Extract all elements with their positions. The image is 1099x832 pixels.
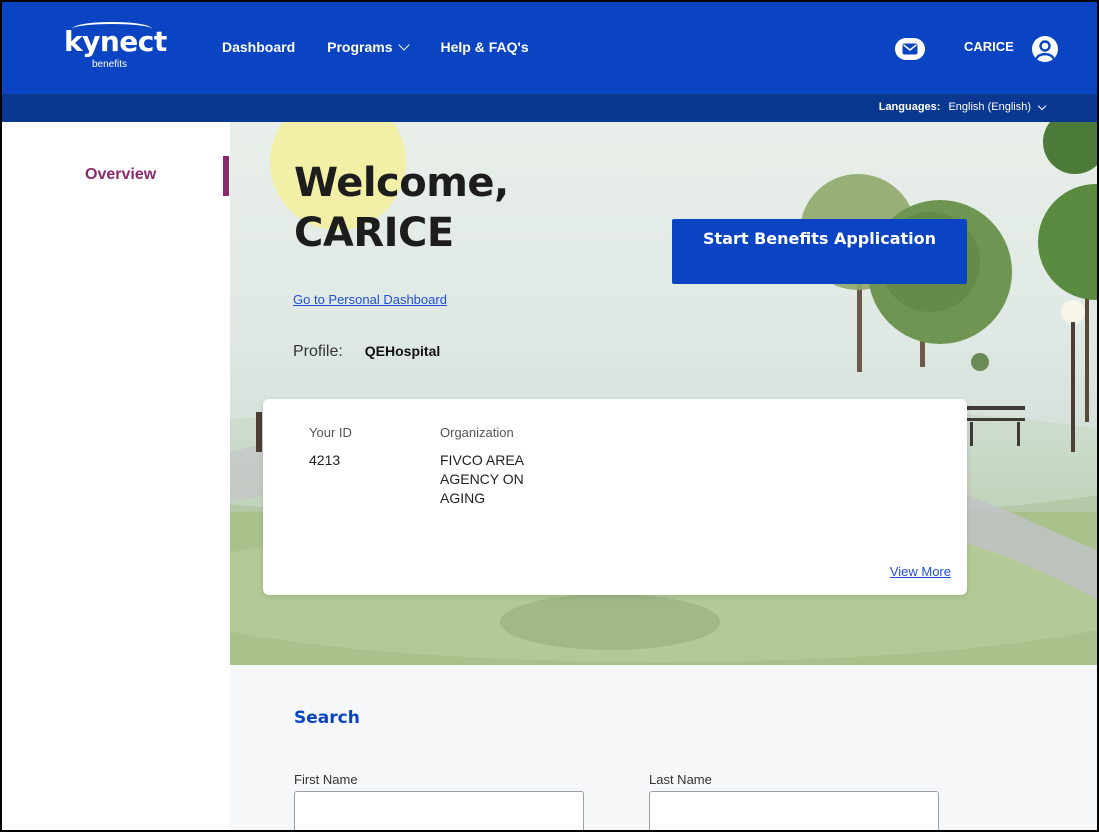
language-selector[interactable]: Languages: English (English) (878, 101, 1047, 113)
logo-sub: benefits (92, 59, 128, 70)
user-name[interactable]: CARICE (964, 39, 1014, 54)
view-more-link[interactable]: View More (890, 564, 951, 579)
page-frame: kynect benefits Dashboard Programs Help … (0, 0, 1099, 832)
top-header: kynect benefits Dashboard Programs Help … (2, 2, 1097, 94)
profile-row: Profile: QEHospital (293, 343, 440, 361)
sidebar-active-marker (223, 156, 229, 196)
last-name-label: Last Name (649, 772, 712, 787)
welcome-line-1: Welcome, (294, 160, 509, 206)
nav-programs[interactable]: Programs (327, 39, 411, 55)
sidebar-item-overview[interactable]: Overview (85, 166, 156, 184)
start-benefits-application-button[interactable]: Start Benefits Application (672, 219, 967, 284)
personal-dashboard-link[interactable]: Go to Personal Dashboard (293, 292, 447, 307)
nav-dashboard[interactable]: Dashboard (222, 39, 295, 55)
kynect-logo[interactable]: kynect benefits (64, 22, 174, 72)
first-name-field[interactable] (294, 791, 584, 830)
your-id-label: Your ID (309, 425, 352, 440)
envelope-icon[interactable] (895, 38, 925, 60)
welcome-heading: Welcome, CARICE (294, 158, 509, 258)
your-id-value: 4213 (309, 452, 341, 468)
nav-help-faq-label: Help & FAQ's (440, 39, 529, 55)
search-title: Search (294, 708, 360, 728)
main-nav: Dashboard Programs Help & FAQ's (222, 39, 529, 55)
chevron-down-icon (398, 39, 411, 51)
search-section: Search First Name Last Name (230, 665, 1097, 830)
nav-dashboard-label: Dashboard (222, 39, 296, 55)
chevron-down-icon (1037, 101, 1047, 110)
language-bar: Languages: English (English) (2, 94, 1097, 122)
first-name-label: First Name (294, 772, 358, 787)
organization-info-card: Your ID 4213 Organization FIVCO AREA AGE… (263, 399, 967, 595)
user-avatar-icon[interactable] (1032, 36, 1058, 62)
last-name-field[interactable] (649, 791, 939, 830)
profile-label: Profile: (293, 343, 343, 360)
organization-label: Organization (440, 425, 514, 440)
welcome-user-name: CARICE (294, 210, 454, 256)
organization-value: FIVCO AREA AGENCY ON AGING (440, 452, 524, 506)
profile-value: QEHospital (364, 343, 441, 359)
language-value: English (English) (948, 101, 1031, 113)
nav-programs-label: Programs (327, 39, 393, 55)
nav-help-faq[interactable]: Help & FAQ's (440, 39, 528, 55)
languages-label: Languages: (878, 101, 941, 113)
logo-word: kynect (64, 25, 167, 58)
